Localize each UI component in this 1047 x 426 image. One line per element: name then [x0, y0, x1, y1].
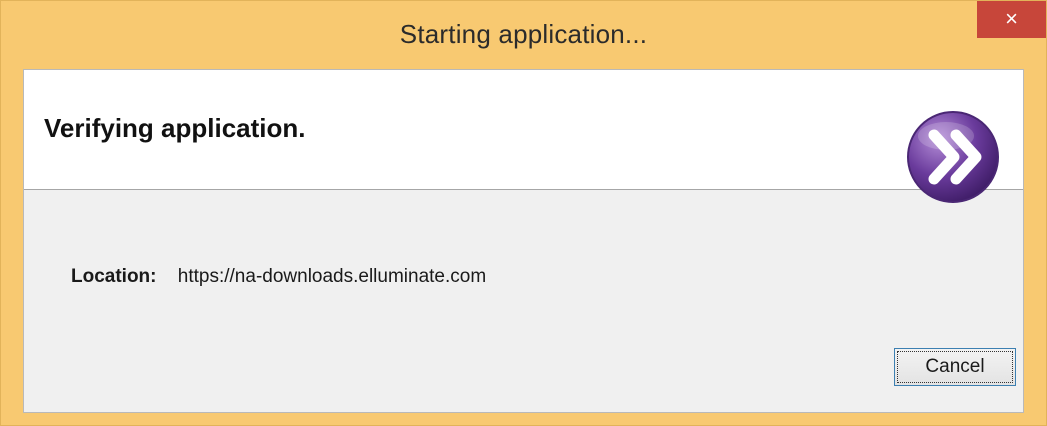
location-row: Location: https://na-downloads.elluminat…	[71, 266, 486, 288]
location-label: Location:	[71, 266, 157, 287]
forward-chevrons-logo-icon	[904, 108, 1002, 206]
title-bar[interactable]: Starting application... ×	[1, 1, 1046, 69]
dialog-window: Starting application... × Verifying appl…	[0, 0, 1047, 426]
window-title: Starting application...	[399, 19, 648, 49]
cancel-button-label: Cancel	[897, 351, 1013, 383]
dialog-content: Verifying application. Location: https:/…	[23, 69, 1024, 413]
cancel-button[interactable]: Cancel	[894, 348, 1016, 386]
close-button[interactable]: ×	[977, 1, 1046, 38]
location-value: https://na-downloads.elluminate.com	[177, 266, 487, 287]
dialog-header: Verifying application.	[24, 70, 1023, 203]
status-heading: Verifying application.	[44, 113, 306, 143]
close-icon: ×	[1005, 6, 1018, 31]
